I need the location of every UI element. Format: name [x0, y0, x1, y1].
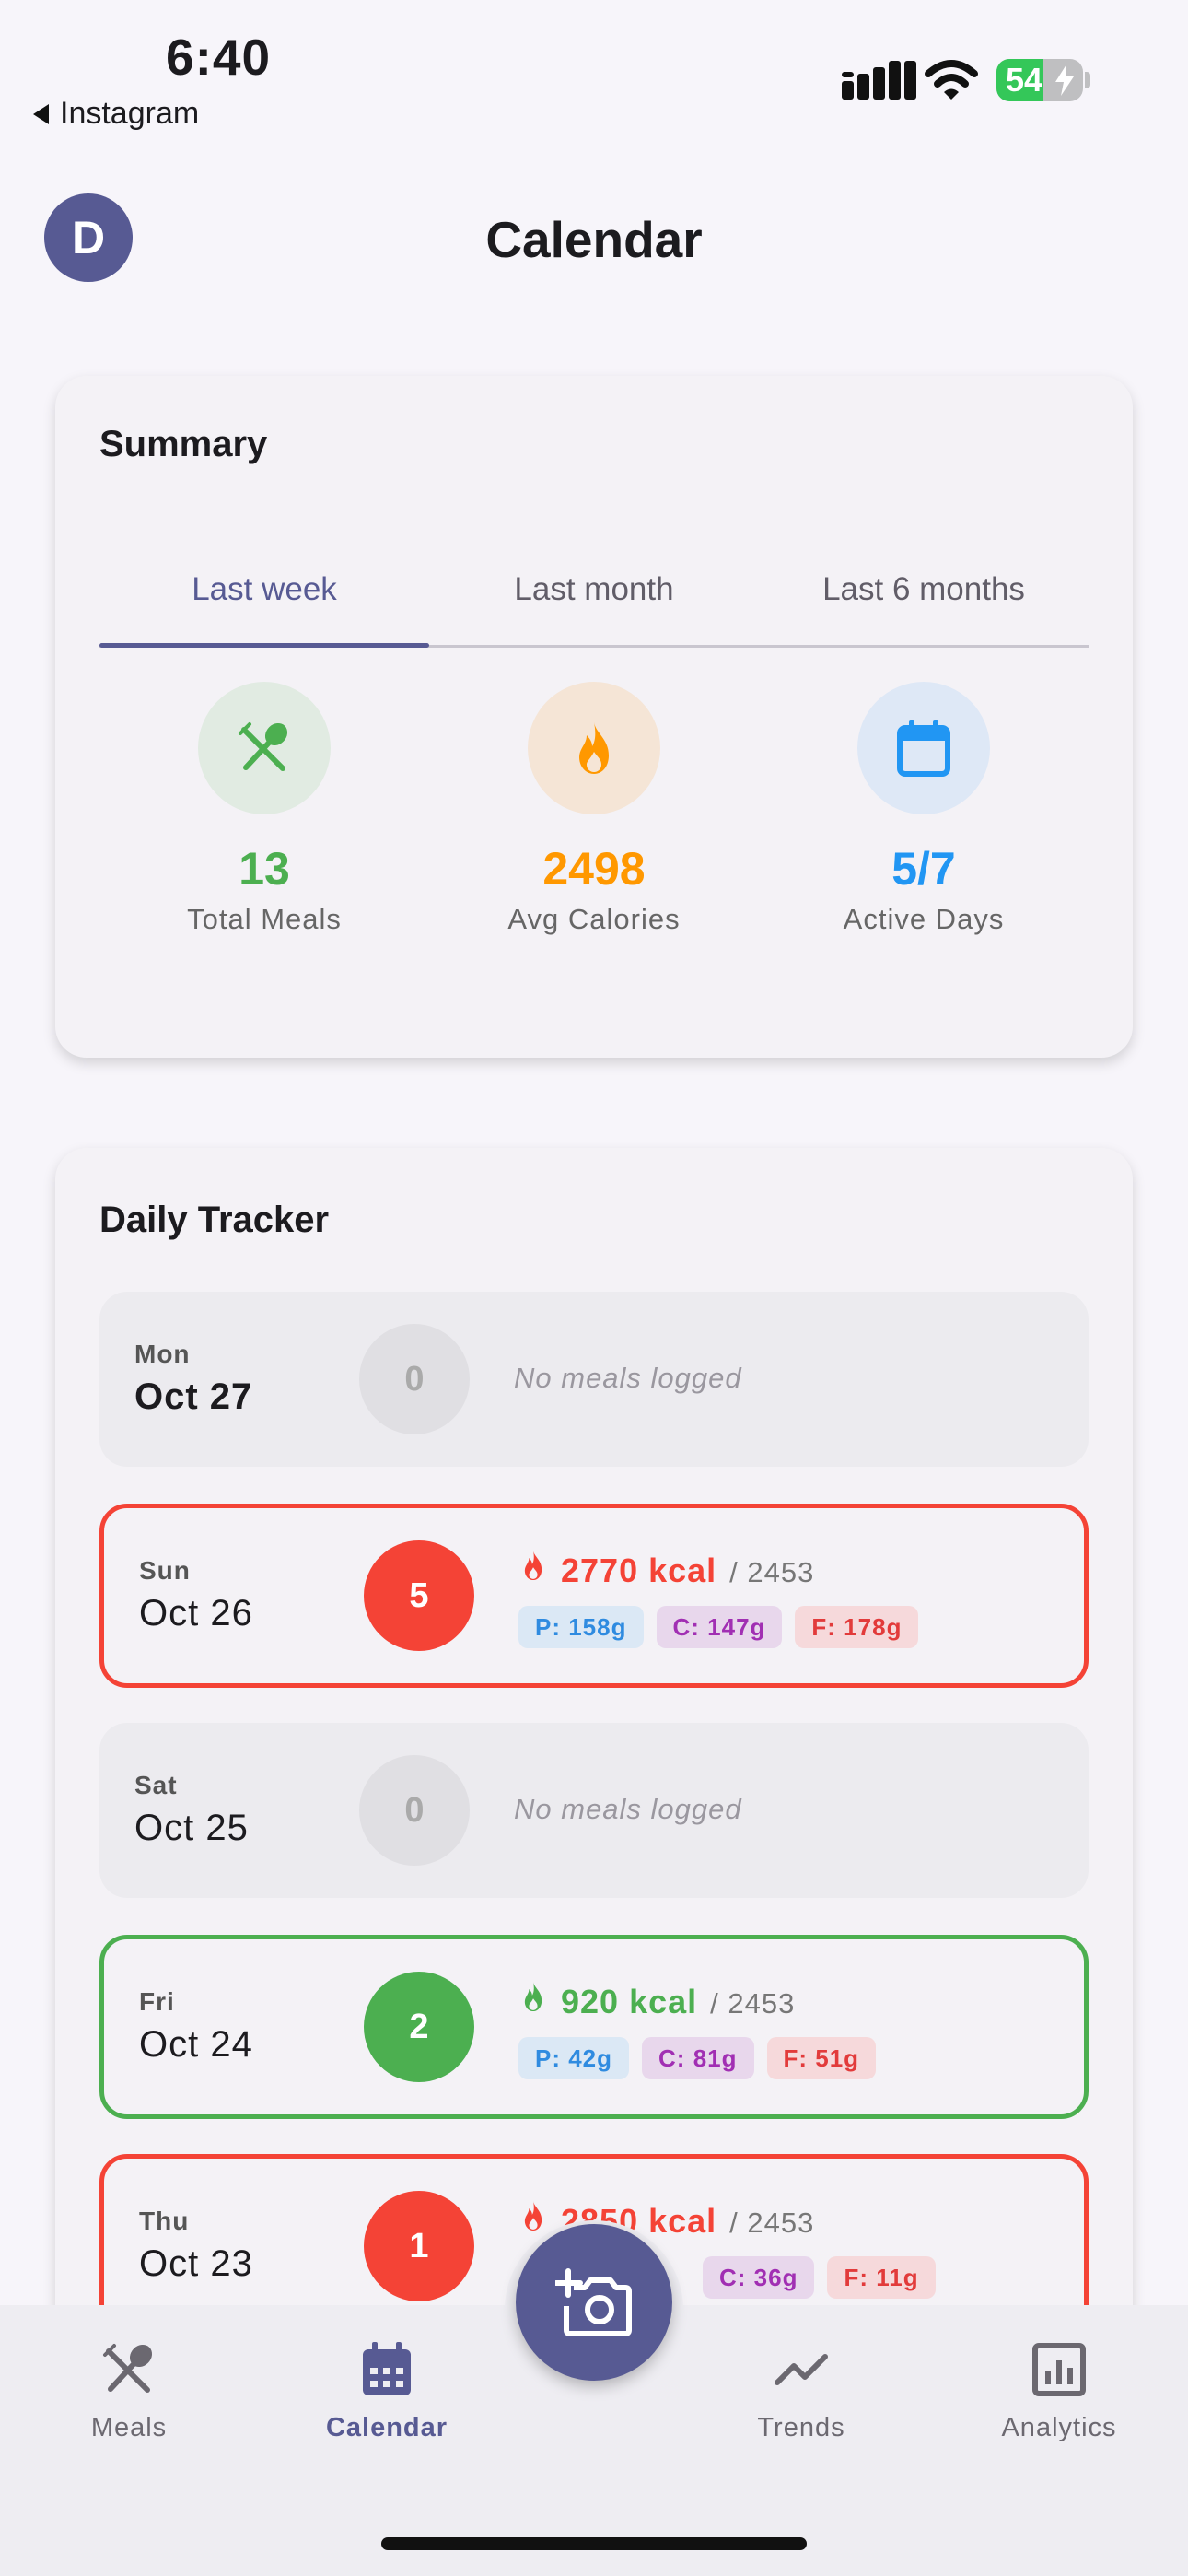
day-date: Oct 26 — [139, 1593, 253, 1633]
meal-count-badge: 0 — [359, 1324, 470, 1434]
meal-count-badge: 1 — [364, 2191, 474, 2301]
stat-active-days: 5/7 Active Days — [759, 682, 1089, 936]
calorie-line: 920 kcal / 2453 — [518, 1980, 795, 2021]
page-title: Calendar — [485, 211, 703, 268]
nav-item-analytics[interactable]: Analytics — [967, 2340, 1151, 2443]
calories-value: 920 kcal — [561, 1983, 698, 2020]
day-of-week: Mon — [134, 1340, 191, 1368]
protein-chip: P: 42g — [518, 2037, 630, 2079]
summary-title: Summary — [99, 424, 268, 464]
macro-chips: P: 42g C: 81g F: 51g — [518, 2037, 877, 2079]
calorie-goal: / 2453 — [729, 2207, 815, 2239]
stat-avg-calories: 2498 Avg Calories — [429, 682, 759, 936]
tab-last-month[interactable]: Last month — [429, 542, 759, 645]
stat-label: Avg Calories — [507, 903, 681, 935]
meal-count-badge: 5 — [364, 1540, 474, 1651]
back-app-label: Instagram — [60, 96, 200, 131]
back-triangle-icon — [33, 103, 49, 124]
day-row-oct-26[interactable]: Sun Oct 26 5 2770 kcal / 2453 P: 158g C:… — [99, 1504, 1089, 1688]
stat-icon-circle — [528, 682, 660, 814]
nav-item-trends[interactable]: Trends — [709, 2340, 893, 2443]
battery-indicator: 54 — [996, 59, 1083, 101]
macro-chips: C: 36g F: 11g — [703, 2256, 936, 2299]
active-tab-indicator — [99, 643, 429, 648]
add-photo-camera-icon — [555, 2268, 632, 2336]
stat-icon-circle — [198, 682, 331, 814]
calendar-icon — [897, 720, 950, 777]
nav-label: Meals — [90, 2413, 168, 2442]
day-row-oct-25[interactable]: Sat Oct 25 0 No meals logged — [99, 1723, 1089, 1898]
day-date: Oct 25 — [134, 1808, 249, 1848]
add-meal-photo-button[interactable] — [516, 2224, 672, 2381]
fat-chip: F: 51g — [766, 2037, 877, 2079]
flame-icon — [524, 1982, 542, 2011]
wifi-icon — [925, 60, 978, 100]
summary-card: Summary Last week Last month Last 6 mont… — [55, 376, 1133, 1058]
nav-item-meals[interactable]: Meals — [37, 2340, 221, 2443]
flame-icon — [524, 1551, 542, 1580]
stat-value: 2498 — [542, 843, 646, 895]
status-time: 6:40 — [166, 29, 272, 86]
cellular-signal-icon — [842, 61, 916, 100]
home-indicator — [381, 2537, 807, 2550]
battery-nub — [1085, 72, 1090, 88]
day-date: Oct 27 — [134, 1376, 253, 1417]
day-of-week: Sun — [139, 1556, 191, 1585]
day-of-week: Fri — [139, 1987, 175, 2016]
calendar-icon — [363, 2342, 411, 2395]
battery-percent: 54 — [1006, 61, 1043, 99]
charging-bolt-icon — [1055, 64, 1074, 96]
flame-icon — [579, 722, 609, 774]
stat-label: Active Days — [843, 903, 1005, 935]
utensils-icon — [239, 722, 288, 771]
nav-label: Analytics — [1001, 2413, 1117, 2442]
tab-last-6-months[interactable]: Last 6 months — [759, 542, 1089, 645]
stat-value: 5/7 — [891, 843, 956, 895]
carbs-chip: C: 147g — [656, 1606, 783, 1648]
summary-period-tabs: Last week Last month Last 6 months — [99, 542, 1089, 648]
meal-count-badge: 0 — [359, 1755, 470, 1866]
stat-icon-circle — [857, 682, 990, 814]
nav-item-calendar[interactable]: Calendar — [295, 2340, 479, 2443]
stat-value: 13 — [239, 843, 290, 895]
day-of-week: Thu — [139, 2207, 190, 2235]
no-meals-text: No meals logged — [514, 1362, 742, 1394]
day-of-week: Sat — [134, 1771, 178, 1799]
tab-last-week[interactable]: Last week — [99, 542, 429, 645]
day-date: Oct 24 — [139, 2024, 253, 2065]
calorie-goal: / 2453 — [729, 1556, 815, 1588]
utensils-icon — [103, 2344, 153, 2393]
daily-tracker-card: Daily Tracker Mon Oct 27 0 No meals logg… — [55, 1148, 1133, 2346]
stat-label: Total Meals — [187, 903, 342, 935]
nav-label: Trends — [757, 2413, 845, 2442]
calorie-line: 2770 kcal / 2453 — [518, 1549, 814, 1590]
no-meals-text: No meals logged — [514, 1793, 742, 1825]
carbs-chip: C: 36g — [703, 2256, 815, 2299]
day-row-oct-27[interactable]: Mon Oct 27 0 No meals logged — [99, 1292, 1089, 1467]
calories-value: 2770 kcal — [561, 1551, 717, 1589]
trend-line-icon — [775, 2354, 828, 2385]
protein-chip: P: 158g — [518, 1606, 644, 1648]
carbs-chip: C: 81g — [642, 2037, 754, 2079]
macro-chips: P: 158g C: 147g F: 178g — [518, 1606, 919, 1648]
nav-label: Calendar — [325, 2413, 448, 2442]
fat-chip: F: 178g — [795, 1606, 919, 1648]
bar-chart-icon — [1032, 2343, 1086, 2396]
fat-chip: F: 11g — [827, 2256, 936, 2299]
day-date: Oct 23 — [139, 2243, 253, 2284]
calorie-goal: / 2453 — [710, 1987, 796, 2020]
tracker-title: Daily Tracker — [99, 1200, 330, 1240]
day-row-oct-24[interactable]: Fri Oct 24 2 920 kcal / 2453 P: 42g C: 8… — [99, 1935, 1089, 2119]
flame-icon — [524, 2201, 542, 2231]
back-to-app-link[interactable]: Instagram — [33, 96, 199, 132]
stat-total-meals: 13 Total Meals — [99, 682, 429, 936]
meal-count-badge: 2 — [364, 1972, 474, 2082]
